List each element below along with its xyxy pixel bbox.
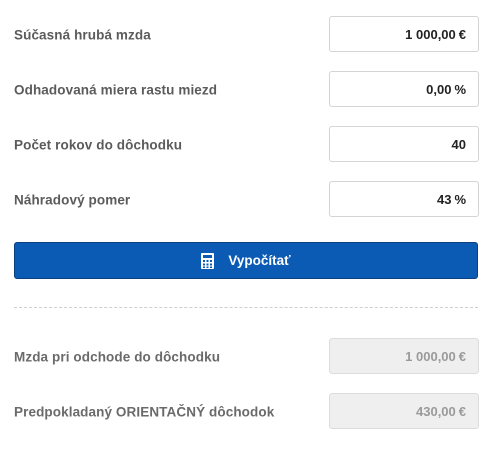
current-salary-label: Súčasná hrubá mzda xyxy=(14,27,151,43)
calculator-icon xyxy=(201,252,215,269)
replacement-ratio-label: Náhradový pomer xyxy=(14,192,131,208)
years-label: Počet rokov do dôchodku xyxy=(14,137,183,153)
growth-rate-input[interactable]: 0,00 % xyxy=(329,71,479,107)
replacement-ratio-unit: % xyxy=(454,191,466,207)
estimated-pension-value: 430,00 xyxy=(416,403,456,419)
calculate-button-label: Vypočítať xyxy=(228,253,291,268)
calculate-button[interactable]: Vypočítať xyxy=(14,242,478,279)
pension-calculator: Súčasná hrubá mzda 1 000,00 € Odhadovaná… xyxy=(0,0,491,449)
estimated-pension-output: 430,00 € xyxy=(329,393,479,429)
current-salary-input[interactable]: 1 000,00 € xyxy=(329,16,479,52)
growth-rate-value: 0,00 xyxy=(426,81,452,97)
salary-at-retirement-output: 1 000,00 € xyxy=(329,338,479,374)
estimated-pension-unit: € xyxy=(458,403,466,419)
replacement-ratio-row: Náhradový pomer 43 % xyxy=(14,181,479,219)
current-salary-unit: € xyxy=(458,26,466,42)
replacement-ratio-input[interactable]: 43 % xyxy=(329,181,479,217)
salary-at-retirement-label: Mzda pri odchode do dôchodku xyxy=(14,349,221,365)
salary-at-retirement-value: 1 000,00 xyxy=(405,348,456,364)
replacement-ratio-value: 43 xyxy=(436,191,452,207)
years-input[interactable]: 40 xyxy=(329,126,479,162)
growth-rate-unit: % xyxy=(454,81,466,97)
years-row: Počet rokov do dôchodku 40 xyxy=(14,126,479,164)
estimated-pension-label: Predpokladaný ORIENTAČNÝ dôchodok xyxy=(14,404,275,420)
estimated-pension-row: Predpokladaný ORIENTAČNÝ dôchodok 430,00… xyxy=(14,393,479,431)
salary-at-retirement-row: Mzda pri odchode do dôchodku 1 000,00 € xyxy=(14,338,479,376)
years-value: 40 xyxy=(451,136,466,152)
salary-at-retirement-unit: € xyxy=(458,348,466,364)
current-salary-value: 1 000,00 xyxy=(405,26,456,42)
section-divider xyxy=(14,307,478,308)
current-salary-row: Súčasná hrubá mzda 1 000,00 € xyxy=(14,16,479,54)
growth-rate-label: Odhadovaná miera rastu miezd xyxy=(14,82,218,98)
growth-rate-row: Odhadovaná miera rastu miezd 0,00 % xyxy=(14,71,479,109)
